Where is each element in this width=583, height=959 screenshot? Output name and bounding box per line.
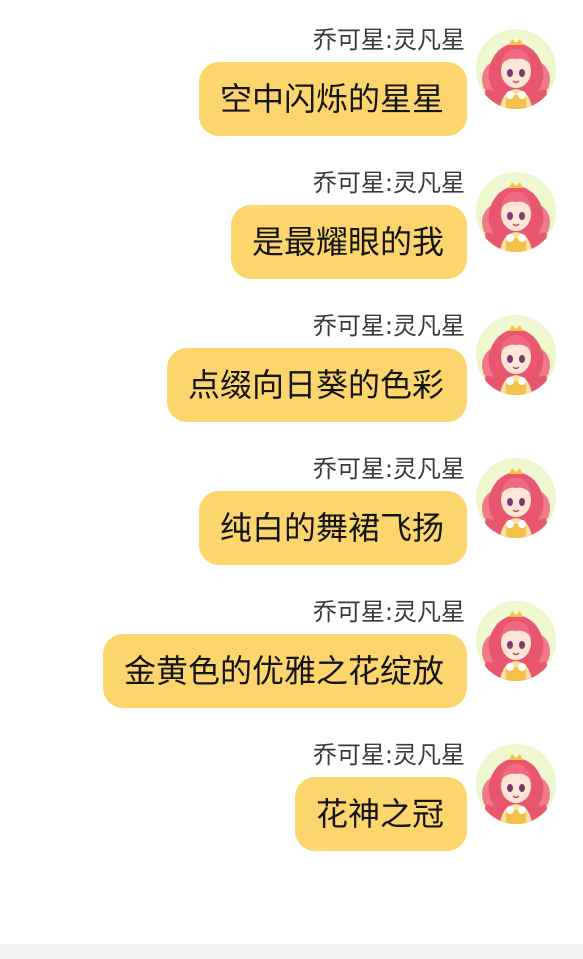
message-bubble[interactable]: 纯白的舞裙飞扬 [198,491,467,565]
chat-message: 菲梦助理打开 [0,0,583,25]
anime-girl-avatar-icon[interactable] [476,744,556,824]
message-bubble[interactable]: 空中闪烁的星星 [198,62,467,136]
chat-message: 乔可星:灵凡星金黄色的优雅之花绽放 [0,597,583,740]
anime-girl-avatar-icon[interactable] [476,458,556,538]
anime-girl-avatar-icon[interactable] [476,29,556,109]
sender-name: 乔可星:灵凡星 [312,26,465,54]
chat-message-list[interactable]: 菲梦助理打开乔可星:灵凡星空中闪烁的星星乔可星:灵凡星是最耀眼的我乔可星:灵凡星… [0,0,583,944]
bottom-input-bar-edge [0,944,583,959]
sender-name: 乔可星:灵凡星 [312,169,465,197]
chat-message: 乔可星:灵凡星花神之冠 [0,740,583,883]
anime-girl-avatar-icon[interactable] [476,172,556,252]
chat-message: 乔可星:灵凡星纯白的舞裙飞扬 [0,454,583,597]
anime-girl-avatar-icon[interactable] [476,315,556,395]
chat-message: 乔可星:灵凡星是最耀眼的我 [0,168,583,311]
sender-name: 乔可星:灵凡星 [312,455,465,483]
anime-girl-avatar-icon[interactable] [476,601,556,681]
message-bubble[interactable]: 花神之冠 [294,777,467,851]
message-bubble[interactable]: 点缀向日葵的色彩 [166,348,467,422]
sender-name: 乔可星:灵凡星 [312,598,465,626]
message-bubble[interactable]: 是最耀眼的我 [230,205,467,279]
chat-message: 乔可星:灵凡星点缀向日葵的色彩 [0,311,583,454]
sender-name: 乔可星:灵凡星 [312,741,465,769]
chat-message: 乔可星:灵凡星空中闪烁的星星 [0,25,583,168]
sender-name: 乔可星:灵凡星 [312,312,465,340]
message-bubble[interactable]: 金黄色的优雅之花绽放 [102,634,467,708]
